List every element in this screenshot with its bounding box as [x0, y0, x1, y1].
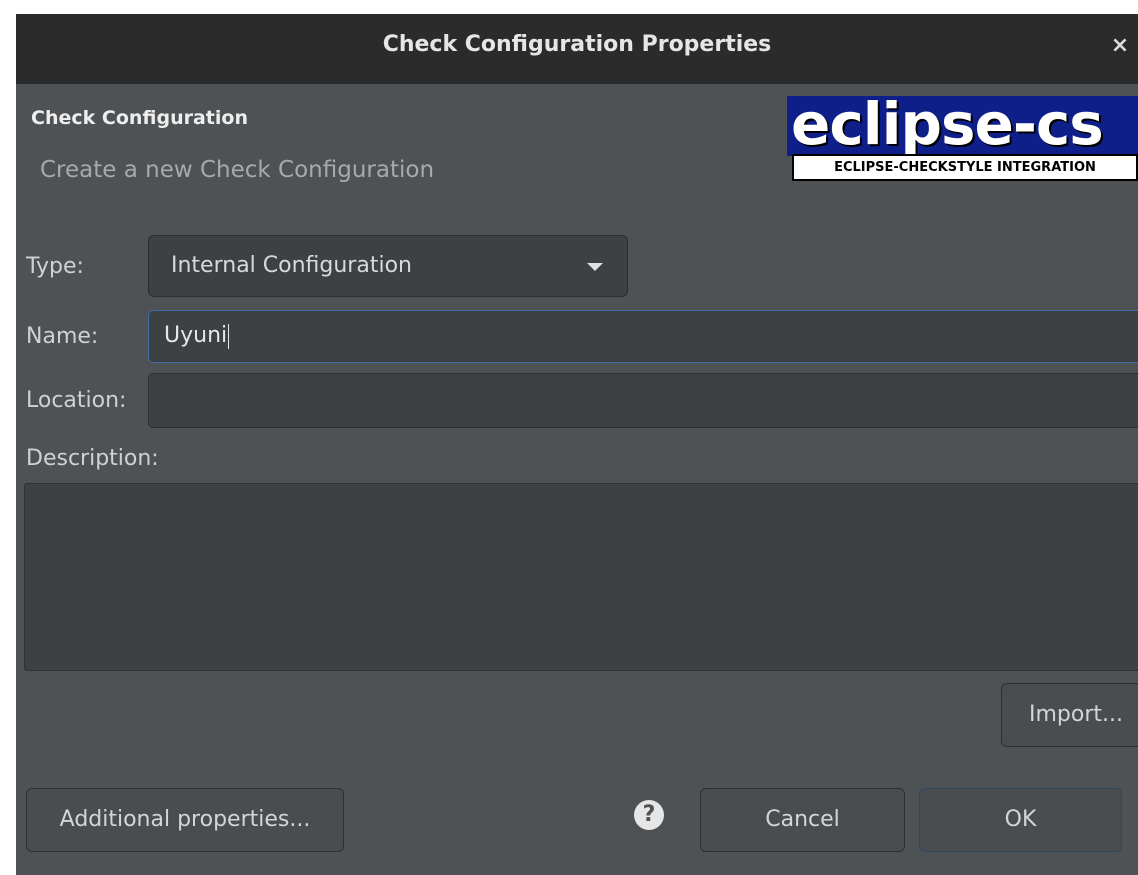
type-dropdown[interactable]: Internal Configuration [148, 235, 628, 297]
help-icon[interactable]: ? [634, 800, 664, 830]
type-label: Type: [26, 254, 84, 279]
chevron-down-icon [587, 263, 603, 271]
section-description: Create a new Check Configuration [40, 157, 435, 183]
section-heading: Check Configuration [31, 107, 248, 129]
cancel-button[interactable]: Cancel [700, 788, 905, 852]
text-caret [228, 323, 230, 349]
ok-button[interactable]: OK [919, 788, 1122, 852]
name-label: Name: [26, 324, 99, 349]
location-input[interactable] [148, 373, 1138, 428]
type-dropdown-value: Internal Configuration [171, 253, 412, 278]
name-input[interactable]: Uyuni [148, 310, 1138, 363]
title-bar: Check Configuration Properties × [16, 14, 1138, 84]
dialog-window: Check Configuration Properties × Check C… [16, 14, 1138, 875]
logo-sub-text: ECLIPSE-CHECKSTYLE INTEGRATION [792, 154, 1138, 181]
name-input-value: Uyuni [164, 323, 228, 348]
logo-main-text: eclipse-cs [787, 96, 1138, 156]
description-textarea[interactable] [24, 483, 1138, 671]
description-label: Description: [26, 446, 159, 471]
close-icon[interactable]: × [1108, 34, 1132, 58]
additional-properties-button[interactable]: Additional properties... [26, 788, 344, 852]
import-button[interactable]: Import... [1001, 683, 1138, 747]
dialog-title: Check Configuration Properties [382, 32, 772, 57]
eclipse-cs-logo: eclipse-cs ECLIPSE-CHECKSTYLE INTEGRATIO… [787, 96, 1138, 196]
location-label: Location: [26, 388, 127, 413]
